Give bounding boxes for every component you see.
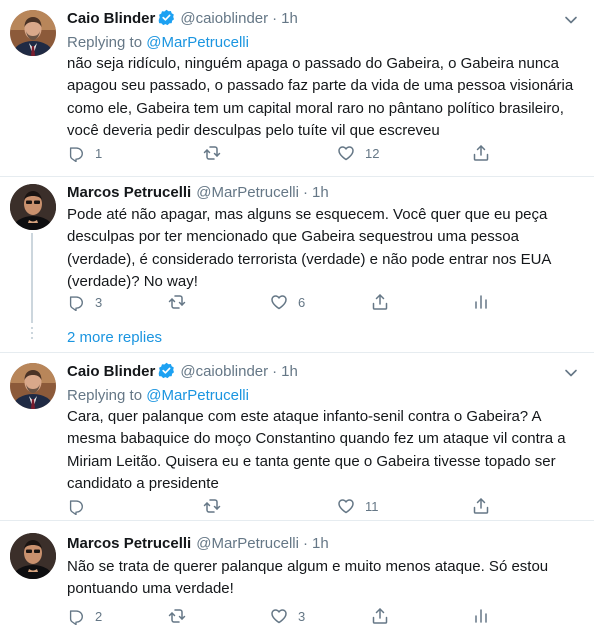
like-icon: [271, 295, 287, 310]
reply-button[interactable]: 2: [67, 606, 102, 626]
display-name[interactable]: Caio Blinder: [67, 10, 155, 27]
verified-badge-icon: [158, 362, 176, 379]
tweet-text: Pode até não apagar, mas alguns se esque…: [67, 206, 551, 290]
share-icon: [372, 294, 388, 310]
like-icon: [271, 609, 287, 624]
chevron-down-icon[interactable]: [564, 13, 578, 27]
timestamp[interactable]: 1h: [281, 10, 298, 27]
retweet-button[interactable]: [168, 606, 196, 626]
reply-icon: [69, 296, 83, 311]
reply-icon: [69, 500, 83, 515]
retweet-button[interactable]: [203, 496, 231, 516]
separator: ·: [272, 10, 278, 27]
replying-to-link[interactable]: @MarPetrucelli: [146, 387, 249, 404]
avatar[interactable]: [10, 533, 56, 579]
tweet-text: Cara, quer palanque com este ataque infa…: [67, 408, 566, 492]
share-button[interactable]: [371, 292, 389, 312]
display-name[interactable]: Marcos Petrucelli: [67, 535, 191, 552]
timestamp[interactable]: 1h: [312, 184, 329, 201]
retweet-icon: [168, 609, 186, 623]
user-handle[interactable]: @MarPetrucelli: [196, 184, 299, 201]
analytics-icon: [475, 609, 487, 623]
replying-to-link[interactable]: @MarPetrucelli: [146, 34, 249, 51]
like-count: 12: [365, 145, 380, 161]
reply-count: 3: [95, 294, 103, 310]
like-button[interactable]: 6: [270, 292, 305, 312]
like-icon: [338, 146, 354, 161]
like-count: 6: [298, 294, 306, 310]
retweet-icon: [203, 499, 221, 513]
tweet-actions: 11: [67, 496, 497, 516]
separator: ·: [272, 363, 278, 380]
retweet-icon: [203, 146, 221, 160]
tweet-text: não seja ridículo, ninguém apaga o passa…: [67, 55, 574, 139]
tweet-header: Caio Blinder @caioblinder · 1h: [67, 362, 298, 382]
tweet-text: Não se trata de querer palanque algum e …: [67, 558, 549, 598]
tweet-actions: 2 3: [67, 606, 497, 626]
replying-to: Replying to @MarPetrucelli: [67, 386, 249, 406]
separator: ·: [302, 535, 308, 552]
share-button[interactable]: [472, 143, 490, 163]
share-icon: [473, 498, 489, 514]
like-button[interactable]: 3: [270, 606, 305, 626]
reply-icon: [69, 147, 83, 162]
replying-to: Replying to @MarPetrucelli: [67, 33, 249, 53]
timestamp[interactable]: 1h: [312, 535, 329, 552]
share-icon: [473, 145, 489, 161]
analytics-button[interactable]: [472, 292, 490, 312]
display-name[interactable]: Marcos Petrucelli: [67, 184, 191, 201]
replying-label: Replying to: [67, 34, 147, 51]
replying-label: Replying to: [67, 387, 147, 404]
tweet[interactable]: Caio Blinder @caioblinder · 1h Replying to …: [0, 353, 594, 516]
thread-line: [31, 233, 33, 323]
analytics-button[interactable]: [472, 606, 490, 626]
reply-button[interactable]: [67, 496, 95, 516]
share-icon: [372, 608, 388, 624]
user-handle[interactable]: @MarPetrucelli: [196, 535, 299, 552]
separator: ·: [302, 184, 308, 201]
more-replies-link[interactable]: 2 more replies: [67, 328, 162, 348]
chevron-down-icon[interactable]: [564, 366, 578, 380]
like-count: 3: [298, 608, 306, 624]
like-button[interactable]: 11: [337, 496, 379, 516]
user-handle[interactable]: @caioblinder: [180, 363, 268, 380]
tweet-actions: 3 6: [67, 292, 497, 312]
reply-button[interactable]: 1: [67, 143, 102, 163]
display-name[interactable]: Caio Blinder: [67, 363, 155, 380]
verified-badge-icon: [158, 9, 176, 26]
like-count: 11: [365, 498, 379, 514]
retweet-button[interactable]: [203, 143, 231, 163]
analytics-icon: [475, 295, 487, 309]
thread-dots: [31, 327, 33, 342]
avatar[interactable]: [10, 10, 56, 56]
tweet[interactable]: Marcos Petrucelli @MarPetrucelli · 1h Pode …: [0, 177, 594, 352]
retweet-icon: [168, 295, 186, 309]
tweet[interactable]: Marcos Petrucelli @MarPetrucelli · 1h Não s…: [0, 521, 594, 638]
like-button[interactable]: 12: [337, 143, 379, 163]
retweet-button[interactable]: [168, 292, 196, 312]
tweet-header: Caio Blinder @caioblinder · 1h: [67, 9, 298, 29]
tweet-header: Marcos Petrucelli @MarPetrucelli · 1h: [67, 534, 329, 554]
reply-count: 1: [95, 145, 103, 161]
avatar[interactable]: [10, 363, 56, 409]
user-handle[interactable]: @caioblinder: [180, 10, 268, 27]
tweet-actions: 1 12: [67, 143, 497, 163]
reply-count: 2: [95, 608, 103, 624]
tweet[interactable]: Caio Blinder @caioblinder · 1h Replying to …: [0, 0, 594, 176]
share-button[interactable]: [472, 496, 490, 516]
tweet-header: Marcos Petrucelli @MarPetrucelli · 1h: [67, 183, 329, 203]
like-icon: [338, 499, 354, 514]
timestamp[interactable]: 1h: [281, 363, 298, 380]
share-button[interactable]: [371, 606, 389, 626]
reply-button[interactable]: 3: [67, 292, 102, 312]
avatar[interactable]: [10, 184, 56, 230]
reply-icon: [69, 610, 83, 625]
